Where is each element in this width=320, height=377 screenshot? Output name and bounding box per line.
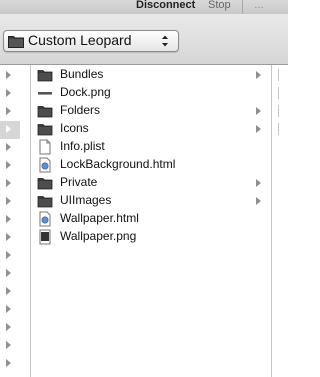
- disconnect-button[interactable]: Disconnect: [136, 0, 195, 11]
- folder-path-popup[interactable]: Custom Leopard: [3, 30, 179, 52]
- parent-row-arrow-icon[interactable]: [6, 125, 11, 133]
- parent-row-arrow-icon[interactable]: [6, 287, 11, 295]
- disclosure-arrow-icon[interactable]: [256, 197, 261, 205]
- parent-row-arrow-icon[interactable]: [6, 359, 11, 367]
- folder-icon: [37, 193, 53, 209]
- file-name: Wallpaper.html: [60, 211, 139, 225]
- file-row[interactable]: Wallpaper.png: [31, 228, 271, 246]
- file-row[interactable]: LockBackground.html: [31, 156, 271, 174]
- parent-row-arrow-icon[interactable]: [6, 161, 11, 169]
- file-row[interactable]: UIImages: [31, 192, 271, 210]
- file-row[interactable]: Wallpaper.html: [31, 210, 271, 228]
- disclosure-arrow-icon[interactable]: [256, 107, 261, 115]
- parent-column: [0, 65, 31, 377]
- path-bar: Custom Leopard: [0, 14, 288, 65]
- folder-icon: [37, 175, 53, 191]
- parent-row-arrow-icon[interactable]: [6, 143, 11, 151]
- file-row[interactable]: Icons: [31, 120, 271, 138]
- image-file-icon: [37, 229, 53, 245]
- parent-row-arrow-icon[interactable]: [6, 323, 11, 331]
- file-row[interactable]: Dock.png: [31, 84, 271, 102]
- parent-row-arrow-icon[interactable]: [6, 179, 11, 187]
- file-name: UIImages: [60, 193, 112, 207]
- file-row[interactable]: Info.plist: [31, 138, 271, 156]
- document-icon: [37, 139, 53, 155]
- file-name: Info.plist: [60, 139, 105, 153]
- file-name: Private: [60, 175, 98, 189]
- file-name: Folders: [60, 103, 101, 117]
- html-file-icon: [37, 157, 53, 173]
- folder-icon: [37, 67, 53, 83]
- folder-icon: [37, 121, 53, 137]
- folder-icon: [37, 103, 53, 119]
- parent-row-arrow-icon[interactable]: [6, 197, 11, 205]
- parent-row-arrow-icon[interactable]: [6, 107, 11, 115]
- parent-row-arrow-icon[interactable]: [6, 305, 11, 313]
- column-divider-mark: [278, 69, 279, 81]
- toolbar-overflow-icon[interactable]: …: [254, 0, 265, 11]
- file-name: LockBackground.html: [60, 157, 176, 171]
- column-divider-mark: [278, 123, 279, 135]
- file-name: Dock.png: [60, 85, 111, 99]
- parent-row-arrow-icon[interactable]: [6, 269, 11, 277]
- toolbar: Disconnect Stop …: [0, 0, 288, 14]
- popup-arrows-icon: [162, 35, 168, 47]
- stop-button[interactable]: Stop: [208, 0, 231, 11]
- file-name: Bundles: [60, 67, 104, 81]
- parent-row-arrow-icon[interactable]: [6, 233, 11, 241]
- parent-row-arrow-icon[interactable]: [6, 215, 11, 223]
- folder-icon: [8, 36, 24, 48]
- file-name: Icons: [60, 121, 89, 135]
- current-folder-label: Custom Leopard: [28, 32, 132, 48]
- file-row[interactable]: Bundles: [31, 66, 271, 84]
- disclosure-arrow-icon[interactable]: [256, 125, 261, 133]
- toolbar-divider: [242, 0, 243, 14]
- disclosure-arrow-icon[interactable]: [256, 179, 261, 187]
- parent-row-arrow-icon[interactable]: [6, 71, 11, 79]
- column-divider-mark: [278, 87, 279, 99]
- parent-row-arrow-icon[interactable]: [6, 251, 11, 259]
- image-file-icon: [37, 85, 53, 101]
- parent-row-arrow-icon[interactable]: [6, 341, 11, 349]
- file-row[interactable]: Folders: [31, 102, 271, 120]
- next-column-edge: [272, 65, 288, 377]
- file-row[interactable]: Private: [31, 174, 271, 192]
- html-file-icon: [37, 211, 53, 227]
- parent-row-arrow-icon[interactable]: [6, 89, 11, 97]
- column-divider-mark: [278, 105, 279, 117]
- disclosure-arrow-icon[interactable]: [256, 71, 261, 79]
- file-list-column: Bundles Dock.png Folders Icons Info.plist Loc…: [31, 65, 272, 377]
- file-name: Wallpaper.png: [60, 229, 137, 243]
